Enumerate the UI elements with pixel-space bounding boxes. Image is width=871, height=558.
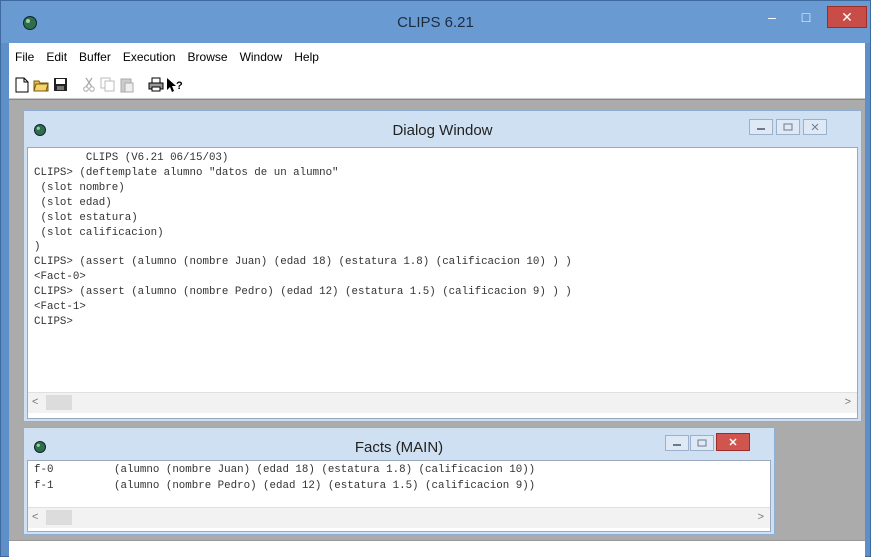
dialog-console-text: CLIPS (V6.21 06/15/03) CLIPS> (deftempla… <box>28 148 857 330</box>
console-line: ) <box>34 241 41 254</box>
facts-list[interactable]: f-0 (alumno (nombre Juan) (edad 18) (est… <box>27 460 771 532</box>
console-line: <Fact-0> <box>34 271 86 284</box>
scroll-thumb[interactable] <box>46 510 72 525</box>
scroll-thumb[interactable] <box>46 395 72 410</box>
fact-text: (alumno (nombre Pedro) (edad 12) (estatu… <box>114 480 536 492</box>
scroll-right-arrow[interactable]: > <box>758 511 764 523</box>
dialog-minimize-button[interactable] <box>749 119 773 135</box>
facts-horizontal-scrollbar[interactable]: < > <box>28 507 770 528</box>
console-line: CLIPS> (deftemplate alumno "datos de un … <box>34 166 339 179</box>
paste-icon[interactable] <box>118 76 136 94</box>
list-item[interactable]: f-1 (alumno (nombre Pedro) (edad 12) (es… <box>28 478 770 494</box>
console-line: CLIPS> (assert (alumno (nombre Juan) (ed… <box>34 256 572 269</box>
fact-id: f-0 <box>34 464 54 476</box>
toolbar: ? <box>9 71 865 99</box>
save-icon[interactable] <box>51 76 69 94</box>
app-titlebar[interactable]: CLIPS 6.21 – □ ✕ <box>1 1 870 43</box>
menu-buffer[interactable]: Buffer <box>73 50 117 64</box>
open-folder-icon[interactable] <box>32 76 50 94</box>
copy-icon[interactable] <box>99 76 117 94</box>
menu-edit[interactable]: Edit <box>40 50 73 64</box>
menubar: File Edit Buffer Execution Browse Window… <box>9 43 865 71</box>
menu-window[interactable]: Window <box>234 50 289 64</box>
dialog-close-button[interactable] <box>803 119 827 135</box>
new-file-icon[interactable] <box>13 76 31 94</box>
app-title: CLIPS 6.21 <box>397 14 474 31</box>
dialog-window-title: Dialog Window <box>392 122 493 139</box>
console-line: (slot estatura) <box>34 211 138 224</box>
dialog-window: Dialog Window CLIPS (V6.21 06/15/03) CLI… <box>23 110 862 422</box>
console-line: CLIPS> <box>34 315 73 328</box>
facts-window-titlebar[interactable]: Facts (MAIN) <box>24 428 774 464</box>
facts-window: Facts (MAIN) f-0 (alumno (nombre Juan) (… <box>23 427 775 535</box>
console-line: (slot nombre) <box>34 181 125 194</box>
fact-id: f-1 <box>34 480 54 492</box>
facts-close-button[interactable] <box>716 433 750 451</box>
cut-icon[interactable] <box>80 76 98 94</box>
console-line: (slot edad) <box>34 196 112 209</box>
scroll-left-arrow[interactable]: < <box>32 511 38 523</box>
status-bar <box>9 540 865 558</box>
list-item[interactable]: f-0 (alumno (nombre Juan) (edad 18) (est… <box>28 462 770 478</box>
console-line: CLIPS (V6.21 06/15/03) <box>34 152 229 164</box>
context-help-icon[interactable]: ? <box>166 76 184 94</box>
menu-browse[interactable]: Browse <box>182 50 234 64</box>
close-button[interactable]: ✕ <box>827 6 867 28</box>
scroll-left-arrow[interactable]: < <box>32 396 38 408</box>
fact-text: (alumno (nombre Juan) (edad 18) (estatur… <box>114 464 536 476</box>
facts-minimize-button[interactable] <box>665 435 689 451</box>
svg-text:?: ? <box>176 80 183 92</box>
console-line: <Fact-1> <box>34 301 86 314</box>
dialog-window-titlebar[interactable]: Dialog Window <box>24 111 861 147</box>
print-icon[interactable] <box>147 76 165 94</box>
menu-help[interactable]: Help <box>288 50 325 64</box>
menu-file[interactable]: File <box>9 50 40 64</box>
console-line: CLIPS> (assert (alumno (nombre Pedro) (e… <box>34 286 572 299</box>
facts-restore-button[interactable] <box>690 435 714 451</box>
scroll-right-arrow[interactable]: > <box>845 396 851 408</box>
clips-app-window: CLIPS 6.21 – □ ✕ File Edit Buffer Execut… <box>0 0 871 558</box>
console-line: (slot calificacion) <box>34 226 164 239</box>
menu-execution[interactable]: Execution <box>117 50 182 64</box>
dialog-horizontal-scrollbar[interactable]: < > <box>28 392 857 413</box>
facts-window-title: Facts (MAIN) <box>354 439 444 456</box>
mdi-client-area: Dialog Window CLIPS (V6.21 06/15/03) CLI… <box>9 100 865 540</box>
dialog-console[interactable]: CLIPS (V6.21 06/15/03) CLIPS> (deftempla… <box>27 147 858 419</box>
minimize-button[interactable]: – <box>758 6 786 28</box>
maximize-button[interactable]: □ <box>792 6 820 28</box>
dialog-restore-button[interactable] <box>776 119 800 135</box>
